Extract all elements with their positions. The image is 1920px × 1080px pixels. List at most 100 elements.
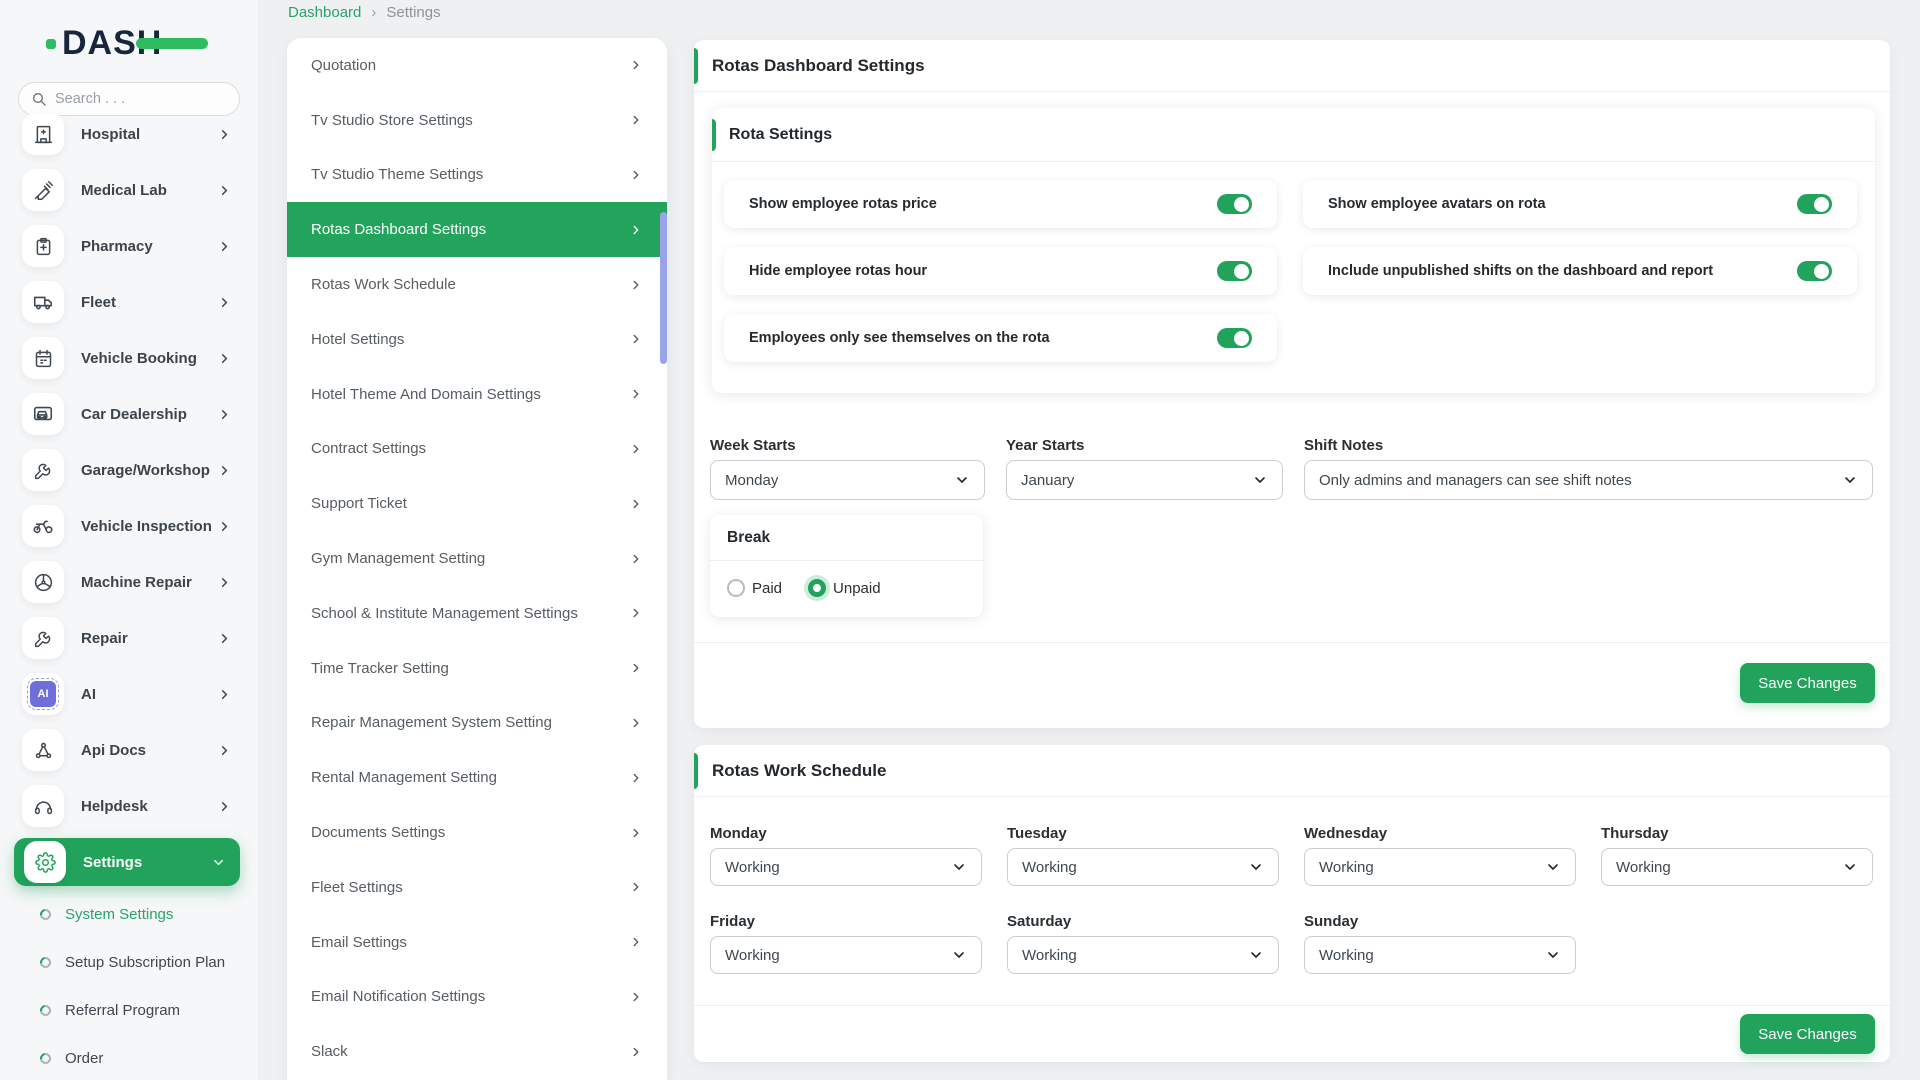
- toggle-switch[interactable]: [1797, 261, 1832, 281]
- sidebar-item-label: Car Dealership: [81, 406, 187, 423]
- chevron-right-icon: [211, 855, 226, 870]
- sidebar-item[interactable]: Car Dealership: [0, 386, 258, 442]
- settings-menu-item[interactable]: School & Institute Management Settings: [287, 586, 667, 641]
- select-field: Year Starts January: [1006, 437, 1283, 500]
- sidebar-item[interactable]: Garage/Workshop: [0, 442, 258, 498]
- rota-settings-section: Rota Settings Show employee rotas price …: [712, 108, 1875, 393]
- day-field: Tuesday Working: [1007, 825, 1279, 886]
- select-label: Shift Notes: [1304, 437, 1873, 454]
- sidebar-item-label: Vehicle Booking: [81, 350, 197, 367]
- sidebar-item[interactable]: Settings: [14, 838, 240, 886]
- settings-menu-item[interactable]: Slack: [287, 1024, 667, 1079]
- dropdown-select[interactable]: Monday: [710, 460, 985, 500]
- ai-chip-icon: AI: [22, 673, 64, 715]
- settings-menu-item-label: Fleet Settings: [311, 879, 403, 896]
- settings-menu-item-label: Slack: [311, 1043, 348, 1060]
- dropdown-select[interactable]: Only admins and managers can see shift n…: [1304, 460, 1873, 500]
- chevron-right-icon: [217, 575, 232, 590]
- day-field: Sunday Working: [1304, 913, 1576, 974]
- toggle-grid: Show employee rotas price Show employee …: [724, 180, 1857, 362]
- sidebar-item[interactable]: Vehicle Booking: [0, 330, 258, 386]
- sidebar-item[interactable]: Helpdesk: [0, 778, 258, 834]
- chevron-right-icon: [217, 351, 232, 366]
- settings-menu-item-label: Hotel Settings: [311, 331, 404, 348]
- select-label: Year Starts: [1006, 437, 1283, 454]
- toggle-row: Show employee rotas price: [724, 180, 1277, 228]
- sidebar-item[interactable]: Machine Repair: [0, 554, 258, 610]
- settings-menu-item[interactable]: Email Settings: [287, 915, 667, 970]
- syringe-icon: [22, 169, 64, 211]
- day-select-value: Working: [1022, 947, 1077, 964]
- settings-menu-item[interactable]: Time Tracker Setting: [287, 641, 667, 696]
- settings-menu-item[interactable]: Fleet Settings: [287, 860, 667, 915]
- settings-menu-item[interactable]: Hotel Theme And Domain Settings: [287, 367, 667, 422]
- break-radio-option[interactable]: Paid: [727, 579, 782, 597]
- day-select-value: Working: [1319, 859, 1374, 876]
- day-select-value: Working: [1616, 859, 1671, 876]
- day-label: Monday: [710, 825, 982, 842]
- chevron-right-icon: [629, 497, 643, 511]
- settings-menu-item[interactable]: Tv Studio Theme Settings: [287, 148, 667, 203]
- settings-menu-item[interactable]: Repair Management System Setting: [287, 696, 667, 751]
- sidebar-item[interactable]: Api Docs: [0, 722, 258, 778]
- sidebar-item[interactable]: Vehicle Inspection: [0, 498, 258, 554]
- radio-icon: [727, 579, 745, 597]
- sidebar-item[interactable]: Hospital: [0, 106, 258, 162]
- settings-menu-item[interactable]: Contract Settings: [287, 422, 667, 477]
- submenu-item-label: Order: [65, 1050, 103, 1067]
- settings-menu-item-label: Tv Studio Store Settings: [311, 112, 473, 129]
- settings-menu-item-label: Quotation: [311, 57, 376, 74]
- breadcrumb-dashboard-link[interactable]: Dashboard: [288, 4, 361, 21]
- break-radio-option[interactable]: Unpaid: [808, 579, 881, 597]
- settings-menu-item[interactable]: Hotel Settings: [287, 312, 667, 367]
- settings-menu-item[interactable]: Email Notification Settings: [287, 970, 667, 1025]
- day-select[interactable]: Working: [710, 848, 982, 886]
- sidebar-item[interactable]: AI AI: [0, 666, 258, 722]
- settings-menu-item[interactable]: Tv Studio Store Settings: [287, 93, 667, 148]
- settings-menu-item[interactable]: Gym Management Setting: [287, 531, 667, 586]
- menu-scrollbar-thumb[interactable]: [660, 212, 667, 364]
- day-select[interactable]: Working: [1304, 848, 1576, 886]
- settings-menu-item[interactable]: Quotation: [287, 38, 667, 93]
- brand-logo[interactable]: DASH: [62, 20, 162, 66]
- accent-bar: [694, 48, 698, 84]
- bullet-icon: [38, 1002, 53, 1017]
- radio-label: Paid: [752, 580, 782, 597]
- sidebar-item[interactable]: Pharmacy: [0, 218, 258, 274]
- save-changes-button[interactable]: Save Changes: [1740, 1014, 1875, 1054]
- settings-menu-item[interactable]: Rotas Work Schedule: [287, 257, 667, 312]
- settings-submenu-item[interactable]: Setup Subscription Plan: [0, 938, 258, 986]
- settings-submenu-item[interactable]: Referral Program: [0, 986, 258, 1034]
- day-select[interactable]: Working: [1007, 936, 1279, 974]
- sidebar-item[interactable]: Repair: [0, 610, 258, 666]
- sidebar-item[interactable]: Medical Lab: [0, 162, 258, 218]
- day-select[interactable]: Working: [710, 936, 982, 974]
- day-select[interactable]: Working: [1007, 848, 1279, 886]
- settings-menu-item[interactable]: Rental Management Setting: [287, 750, 667, 805]
- section-header: Rota Settings: [712, 108, 1875, 162]
- toggle-switch[interactable]: [1217, 261, 1252, 281]
- day-select[interactable]: Working: [1601, 848, 1873, 886]
- sidebar: DASH Hospital Medical Lab: [0, 0, 258, 1080]
- settings-menu-item[interactable]: Support Ticket: [287, 476, 667, 531]
- settings-menu-item-label: Rental Management Setting: [311, 769, 497, 786]
- settings-submenu-item[interactable]: Order: [0, 1034, 258, 1080]
- search-input[interactable]: [55, 91, 227, 107]
- sidebar-item-label: Pharmacy: [81, 238, 153, 255]
- toggle-switch[interactable]: [1217, 328, 1252, 348]
- sidebar-item-label: Repair: [81, 630, 128, 647]
- toggle-row: Hide employee rotas hour: [724, 247, 1277, 295]
- day-field: Thursday Working: [1601, 825, 1873, 886]
- day-select[interactable]: Working: [1304, 936, 1576, 974]
- sidebar-item[interactable]: Fleet: [0, 274, 258, 330]
- save-changes-button[interactable]: Save Changes: [1740, 663, 1875, 703]
- settings-submenu-item[interactable]: System Settings: [0, 890, 258, 938]
- settings-menu-item[interactable]: Rotas Dashboard Settings: [287, 202, 667, 257]
- settings-menu-item[interactable]: Documents Settings: [287, 805, 667, 860]
- dropdown-select[interactable]: January: [1006, 460, 1283, 500]
- toggle-switch[interactable]: [1217, 194, 1252, 214]
- radio-label: Unpaid: [833, 580, 881, 597]
- day-field: Saturday Working: [1007, 913, 1279, 974]
- toggle-switch[interactable]: [1797, 194, 1832, 214]
- chevron-right-icon: [217, 463, 232, 478]
